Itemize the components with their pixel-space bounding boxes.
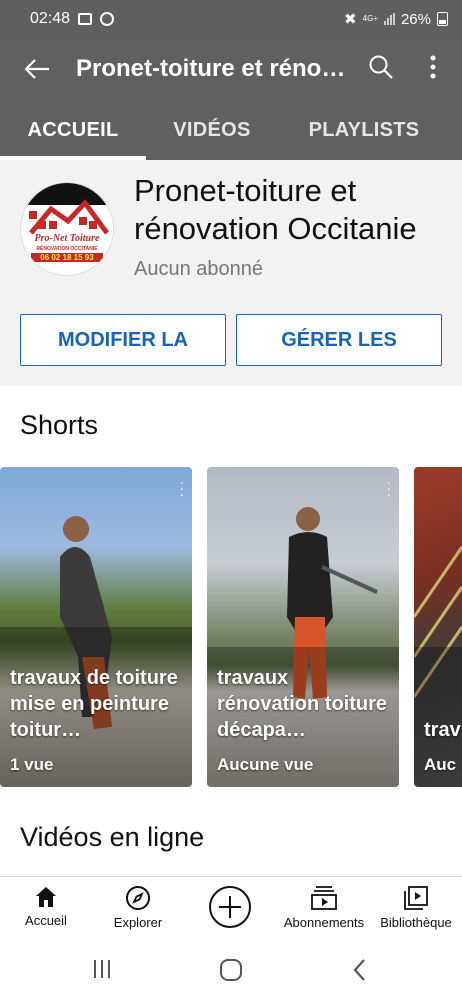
subscriber-count: Aucun abonné (134, 258, 264, 280)
back-arrow-icon[interactable] (14, 46, 60, 92)
shorts-section-title: Shorts (20, 410, 99, 440)
compass-icon (126, 886, 150, 910)
logo-phone: 06 02 18 15 93 (31, 253, 103, 262)
short-caption: travaux rénovation toiture décapa… (217, 667, 388, 741)
manage-videos-button[interactable]: GÉRER LES (236, 314, 442, 366)
nav-label: Explorer (113, 915, 163, 930)
add-circle-icon (209, 886, 251, 928)
short-more-icon[interactable]: · · · (179, 475, 184, 501)
short-card[interactable]: · · · travaux rénovation toiture décapa… A… (207, 467, 399, 787)
short-views: 1 vue (10, 755, 54, 774)
back-button-icon[interactable] (348, 957, 372, 983)
short-card[interactable]: trav cou Auc (414, 467, 462, 787)
mute-icon: ✖ (344, 11, 357, 28)
tab-accueil[interactable]: ACCUEIL (0, 100, 146, 160)
bag-icon (78, 13, 93, 25)
channel-tabs: ACCUEIL VIDÉOS PLAYLISTS (0, 100, 462, 160)
app-bar: Pronet-toiture et réno… (0, 38, 462, 100)
home-button-icon[interactable] (218, 957, 244, 983)
customize-channel-button[interactable]: MODIFIER LA (20, 314, 226, 366)
short-caption: travaux de toiture mise en peinture toit… (10, 667, 178, 741)
tab-playlists[interactable]: PLAYLISTS (278, 100, 450, 160)
battery-percent: 26% (400, 10, 431, 28)
network-type: 4G+ (362, 14, 378, 23)
nav-label: Accueil (25, 913, 67, 928)
notification-icon (100, 12, 115, 26)
subscriptions-icon (311, 886, 337, 910)
channel-name: Pronet-toiture et rénovation Occitanie (134, 173, 417, 246)
system-navigation-bar (0, 938, 462, 1000)
channel-header: Pro-Net Toiture RÉNOVATION OCCITANIE 06 … (0, 160, 462, 386)
logo-subtext: RÉNOVATION OCCITANIE (36, 246, 98, 252)
recent-apps-icon[interactable] (88, 958, 116, 980)
short-card[interactable]: · · · travaux de toiture mise en peinture … (0, 467, 192, 787)
nav-explore[interactable]: Explorer (98, 877, 178, 939)
library-icon (404, 886, 428, 910)
nav-home[interactable]: Accueil (6, 877, 86, 939)
short-views: Aucune vue (217, 755, 314, 774)
search-icon[interactable] (364, 50, 398, 84)
nav-create[interactable] (190, 877, 270, 939)
more-options-icon[interactable] (418, 50, 448, 84)
battery-icon (437, 12, 448, 26)
channel-avatar[interactable]: Pro-Net Toiture RÉNOVATION OCCITANIE 06 … (20, 182, 114, 276)
short-caption: trav cou (424, 719, 462, 741)
videos-section-title: Vidéos en ligne (20, 822, 205, 852)
logo-text: Pro-Net Toiture (34, 233, 100, 244)
short-more-icon[interactable]: · · · (386, 475, 391, 501)
nav-label: Abonnements (283, 915, 365, 930)
nav-subscriptions[interactable]: Abonnements (280, 877, 368, 939)
app-bar-title: Pronet-toiture et réno… (76, 55, 346, 82)
home-icon (36, 887, 56, 907)
signal-icon (383, 13, 395, 25)
bottom-navigation: Accueil Explorer Abonnements Bibliothèqu… (0, 876, 462, 938)
status-time: 02:48 (30, 10, 71, 27)
tab-videos[interactable]: VIDÉOS (146, 100, 278, 160)
status-bar: 02:48 ✖ 4G+ 26% (0, 0, 462, 38)
short-views: Auc (424, 755, 457, 774)
nav-library[interactable]: Bibliothèque (374, 877, 458, 939)
nav-label: Bibliothèque (380, 915, 452, 930)
